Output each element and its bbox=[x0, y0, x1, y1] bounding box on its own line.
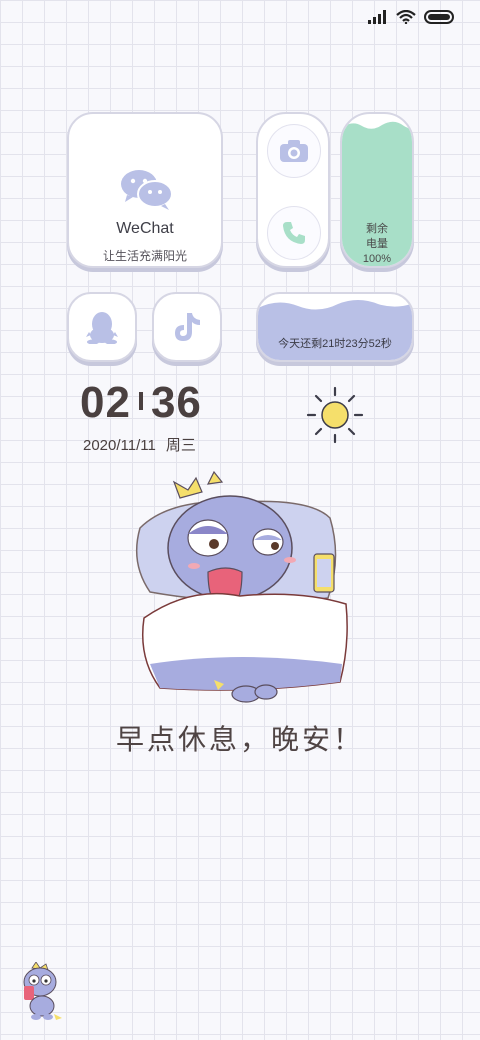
clock-date-row: 2020/11/11 周三 bbox=[83, 434, 196, 455]
battery-text: 剩余 电量 100% bbox=[342, 222, 412, 266]
wechat-widget[interactable]: WeChat 让生活充满阳光 bbox=[67, 112, 223, 268]
clock-time: 02 36 bbox=[80, 378, 202, 428]
sun-icon bbox=[306, 386, 364, 444]
phone-button[interactable] bbox=[267, 206, 321, 260]
shortcut-pill bbox=[256, 112, 330, 268]
clock-date: 2020/11/11 bbox=[83, 437, 156, 454]
countdown-wave bbox=[258, 300, 412, 360]
countdown-text: 今天还剩21时23分52秒 bbox=[278, 338, 392, 350]
status-bar bbox=[368, 10, 454, 24]
countdown-widget: 今天还剩21时23分52秒 bbox=[256, 292, 414, 362]
battery-wave bbox=[342, 121, 412, 134]
wechat-icon bbox=[121, 170, 173, 210]
qq-button[interactable] bbox=[67, 292, 137, 362]
tiktok-icon bbox=[175, 313, 200, 341]
camera-button[interactable] bbox=[267, 124, 321, 178]
clock-weekday: 周三 bbox=[165, 437, 196, 454]
battery-line1: 剩余 bbox=[366, 223, 388, 235]
phone-icon bbox=[283, 222, 305, 244]
signal-icon bbox=[368, 10, 386, 24]
wifi-icon bbox=[396, 10, 416, 24]
mini-dino-sticker bbox=[23, 962, 62, 1020]
wechat-title: WeChat bbox=[116, 220, 174, 237]
qq-icon bbox=[86, 312, 118, 344]
camera-icon bbox=[280, 140, 308, 162]
wechat-subtitle: 让生活充满阳光 bbox=[102, 249, 187, 263]
goodnight-message: 早点休息，晚安！ bbox=[115, 724, 364, 755]
battery-icon bbox=[424, 10, 454, 24]
dino-illustration bbox=[135, 470, 348, 703]
clock-separator bbox=[138, 392, 143, 411]
clock-hour: 02 bbox=[80, 378, 131, 427]
battery-level: 100% bbox=[362, 253, 392, 265]
battery-line2: 电量 bbox=[366, 238, 388, 250]
battery-widget: 剩余 电量 100% bbox=[340, 112, 414, 268]
clock-minute: 36 bbox=[150, 378, 202, 427]
tiktok-button[interactable] bbox=[152, 292, 222, 362]
